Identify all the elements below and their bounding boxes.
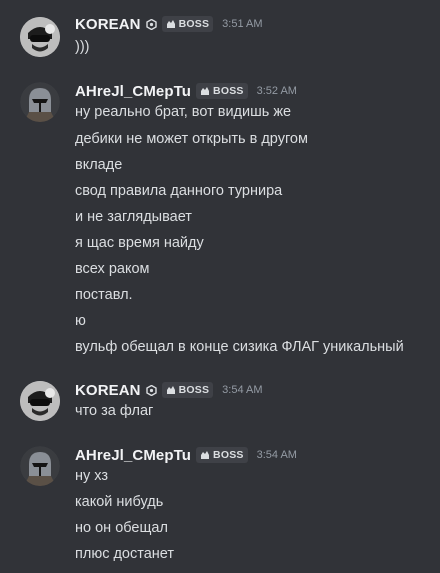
username[interactable]: AHreJl_CMepTu bbox=[75, 83, 191, 100]
tag-badge-icon bbox=[200, 450, 210, 460]
timestamp[interactable]: 3:51 AM bbox=[222, 18, 262, 30]
message-line: вульф обещал в конце сизика ФЛАГ уникаль… bbox=[75, 339, 404, 355]
username[interactable]: KOREAN bbox=[75, 382, 141, 399]
avatar[interactable] bbox=[20, 17, 60, 57]
message-line: какой нибудь bbox=[75, 494, 164, 510]
message-line: поставл. bbox=[75, 287, 133, 303]
masked-face-avatar-icon bbox=[20, 17, 60, 57]
message-line: вкладе bbox=[75, 157, 123, 173]
server-owner-icon bbox=[145, 384, 157, 396]
message-line: я щас время найду bbox=[75, 235, 204, 251]
role-tag[interactable]: BOSS bbox=[161, 16, 214, 32]
message-line: что за флаг bbox=[75, 403, 154, 419]
tag-badge-icon bbox=[200, 86, 210, 96]
timestamp[interactable]: 3:52 AM bbox=[257, 85, 297, 97]
role-tag-label: BOSS bbox=[178, 384, 210, 396]
avatar[interactable] bbox=[20, 446, 60, 486]
message-line: но он обещал bbox=[75, 520, 168, 536]
helmet-avatar-icon bbox=[20, 82, 60, 122]
role-tag[interactable]: BOSS bbox=[196, 447, 248, 463]
message-header: AHreJl_CMepTu BOSS 3:54 AM bbox=[75, 444, 297, 466]
role-tag-label: BOSS bbox=[213, 449, 244, 461]
role-tag-label: BOSS bbox=[213, 85, 244, 97]
message-line: всех раком bbox=[75, 261, 150, 277]
server-owner-icon bbox=[145, 18, 157, 30]
message-header: KOREAN BOSS 3:51 AM bbox=[75, 13, 263, 35]
message-line: ю bbox=[75, 313, 86, 329]
username[interactable]: KOREAN bbox=[75, 16, 141, 33]
role-tag[interactable]: BOSS bbox=[161, 382, 214, 398]
message-header: KOREAN BOSS 3:54 AM bbox=[75, 379, 263, 401]
message-header: AHreJl_CMepTu BOSS 3:52 AM bbox=[75, 80, 297, 102]
message-line: и не заглядывает bbox=[75, 209, 192, 225]
avatar[interactable] bbox=[20, 381, 60, 421]
timestamp[interactable]: 3:54 AM bbox=[257, 449, 297, 461]
message-line: плюс достанет bbox=[75, 546, 175, 562]
message-line: дебики не может открыть в другом bbox=[75, 131, 308, 147]
message-line: ))) bbox=[75, 39, 90, 55]
username[interactable]: AHreJl_CMepTu bbox=[75, 447, 191, 464]
helmet-avatar-icon bbox=[20, 446, 60, 486]
message-line: ну реально брат, вот видишь же bbox=[75, 104, 292, 120]
masked-face-avatar-icon bbox=[20, 381, 60, 421]
message-line: свод правила данного турнира bbox=[75, 183, 283, 199]
role-tag[interactable]: BOSS bbox=[196, 83, 248, 99]
timestamp[interactable]: 3:54 AM bbox=[222, 384, 262, 396]
message-line: ну хз bbox=[75, 468, 109, 484]
tag-badge-icon bbox=[166, 385, 176, 395]
role-tag-label: BOSS bbox=[178, 18, 210, 30]
avatar[interactable] bbox=[20, 82, 60, 122]
tag-badge-icon bbox=[166, 19, 176, 29]
